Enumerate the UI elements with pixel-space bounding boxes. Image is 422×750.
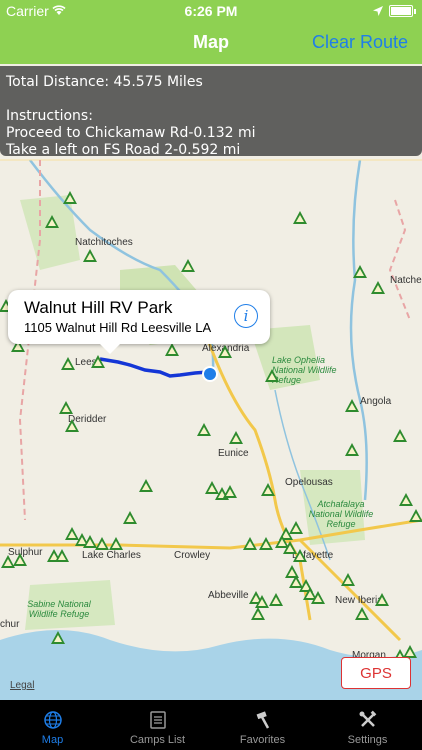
- map-view[interactable]: Natchitoches Natche Alexandria Leesv Der…: [0, 64, 422, 700]
- status-bar: Carrier 6:26 PM: [0, 0, 422, 22]
- camp-marker-icon[interactable]: [65, 419, 79, 432]
- battery-icon: [389, 5, 413, 17]
- instructions-heading: Instructions:: [6, 108, 93, 124]
- camp-marker-icon[interactable]: [375, 593, 389, 606]
- camp-marker-icon[interactable]: [83, 249, 97, 262]
- camp-marker-icon[interactable]: [61, 357, 75, 370]
- camp-marker-icon[interactable]: [293, 211, 307, 224]
- list-icon: [148, 710, 168, 730]
- camp-marker-icon[interactable]: [63, 191, 77, 204]
- camp-marker-icon[interactable]: [165, 343, 179, 356]
- camp-marker-icon[interactable]: [229, 431, 243, 444]
- camp-marker-icon[interactable]: [45, 215, 59, 228]
- legal-link[interactable]: Legal: [10, 680, 34, 691]
- camp-marker-icon[interactable]: [91, 355, 105, 368]
- tab-favorites-label: Favorites: [239, 734, 286, 746]
- camp-marker-icon[interactable]: [59, 401, 73, 414]
- camp-marker-icon[interactable]: [243, 537, 257, 550]
- instruction-line: Take a left on FS Road 2-0.592 mi: [6, 142, 241, 158]
- camp-marker-icon[interactable]: [345, 399, 359, 412]
- camp-marker-icon[interactable]: [259, 537, 273, 550]
- gps-button[interactable]: GPS: [341, 657, 411, 689]
- info-button[interactable]: i: [234, 304, 258, 328]
- camp-marker-icon[interactable]: [139, 479, 153, 492]
- camp-marker-icon[interactable]: [1, 555, 15, 568]
- total-distance: Total Distance: 45.575 Miles: [6, 74, 203, 90]
- camp-marker-icon[interactable]: [265, 369, 279, 382]
- callout-address: 1105 Walnut Hill Rd Leesville LA: [24, 320, 212, 335]
- tab-camps-list[interactable]: Camps List: [105, 700, 210, 750]
- camp-marker-icon[interactable]: [205, 481, 219, 494]
- camp-marker-icon[interactable]: [65, 527, 79, 540]
- location-arrow-icon: [373, 3, 383, 19]
- camp-marker-icon[interactable]: [269, 593, 283, 606]
- camp-marker-icon[interactable]: [409, 509, 422, 522]
- tab-camps-list-label: Camps List: [129, 734, 186, 746]
- tab-map[interactable]: Map: [0, 700, 105, 750]
- camp-marker-icon[interactable]: [251, 607, 265, 620]
- nav-bar: Map Clear Route: [0, 22, 422, 64]
- camp-marker-icon[interactable]: [289, 521, 303, 534]
- camp-marker-icon[interactable]: [353, 265, 367, 278]
- tab-bar: Map Camps List Favorites Settings: [0, 700, 422, 750]
- status-right: [373, 3, 416, 19]
- tab-settings[interactable]: Settings: [315, 700, 420, 750]
- camp-marker-icon[interactable]: [345, 443, 359, 456]
- camp-marker-icon[interactable]: [109, 537, 123, 550]
- camp-marker-icon[interactable]: [95, 537, 109, 550]
- callout-name: Walnut Hill RV Park: [24, 298, 173, 317]
- camp-marker-icon[interactable]: [285, 565, 299, 578]
- camp-marker-icon[interactable]: [181, 259, 195, 272]
- camp-marker-icon[interactable]: [13, 553, 27, 566]
- status-time: 6:26 PM: [184, 3, 238, 19]
- camp-marker-icon[interactable]: [223, 485, 237, 498]
- camp-marker-icon[interactable]: [371, 281, 385, 294]
- camp-marker-icon[interactable]: [393, 429, 407, 442]
- route-info-panel: Total Distance: 45.575 Miles Instruction…: [0, 66, 422, 158]
- tab-map-label: Map: [41, 734, 64, 746]
- camp-marker-icon[interactable]: [51, 631, 65, 644]
- camp-markers-layer: [0, 191, 422, 662]
- tools-icon: [358, 710, 378, 730]
- camp-marker-icon[interactable]: [123, 511, 137, 524]
- camp-marker-icon[interactable]: [399, 493, 413, 506]
- tab-favorites[interactable]: Favorites: [210, 700, 315, 750]
- tab-settings-label: Settings: [347, 734, 388, 746]
- battery-nub: [414, 8, 416, 14]
- camp-marker-icon[interactable]: [341, 573, 355, 586]
- campsite-callout[interactable]: Walnut Hill RV Park 1105 Walnut Hill Rd …: [8, 290, 270, 354]
- globe-icon: [43, 710, 63, 730]
- camp-marker-icon[interactable]: [261, 483, 275, 496]
- camp-marker-icon[interactable]: [218, 345, 232, 358]
- camp-marker-icon[interactable]: [355, 607, 369, 620]
- clear-route-button[interactable]: Clear Route: [312, 32, 408, 53]
- hammer-icon: [253, 710, 273, 730]
- camp-marker-icon[interactable]: [197, 423, 211, 436]
- instruction-line: Proceed to Chickamaw Rd-0.132 mi: [6, 125, 256, 141]
